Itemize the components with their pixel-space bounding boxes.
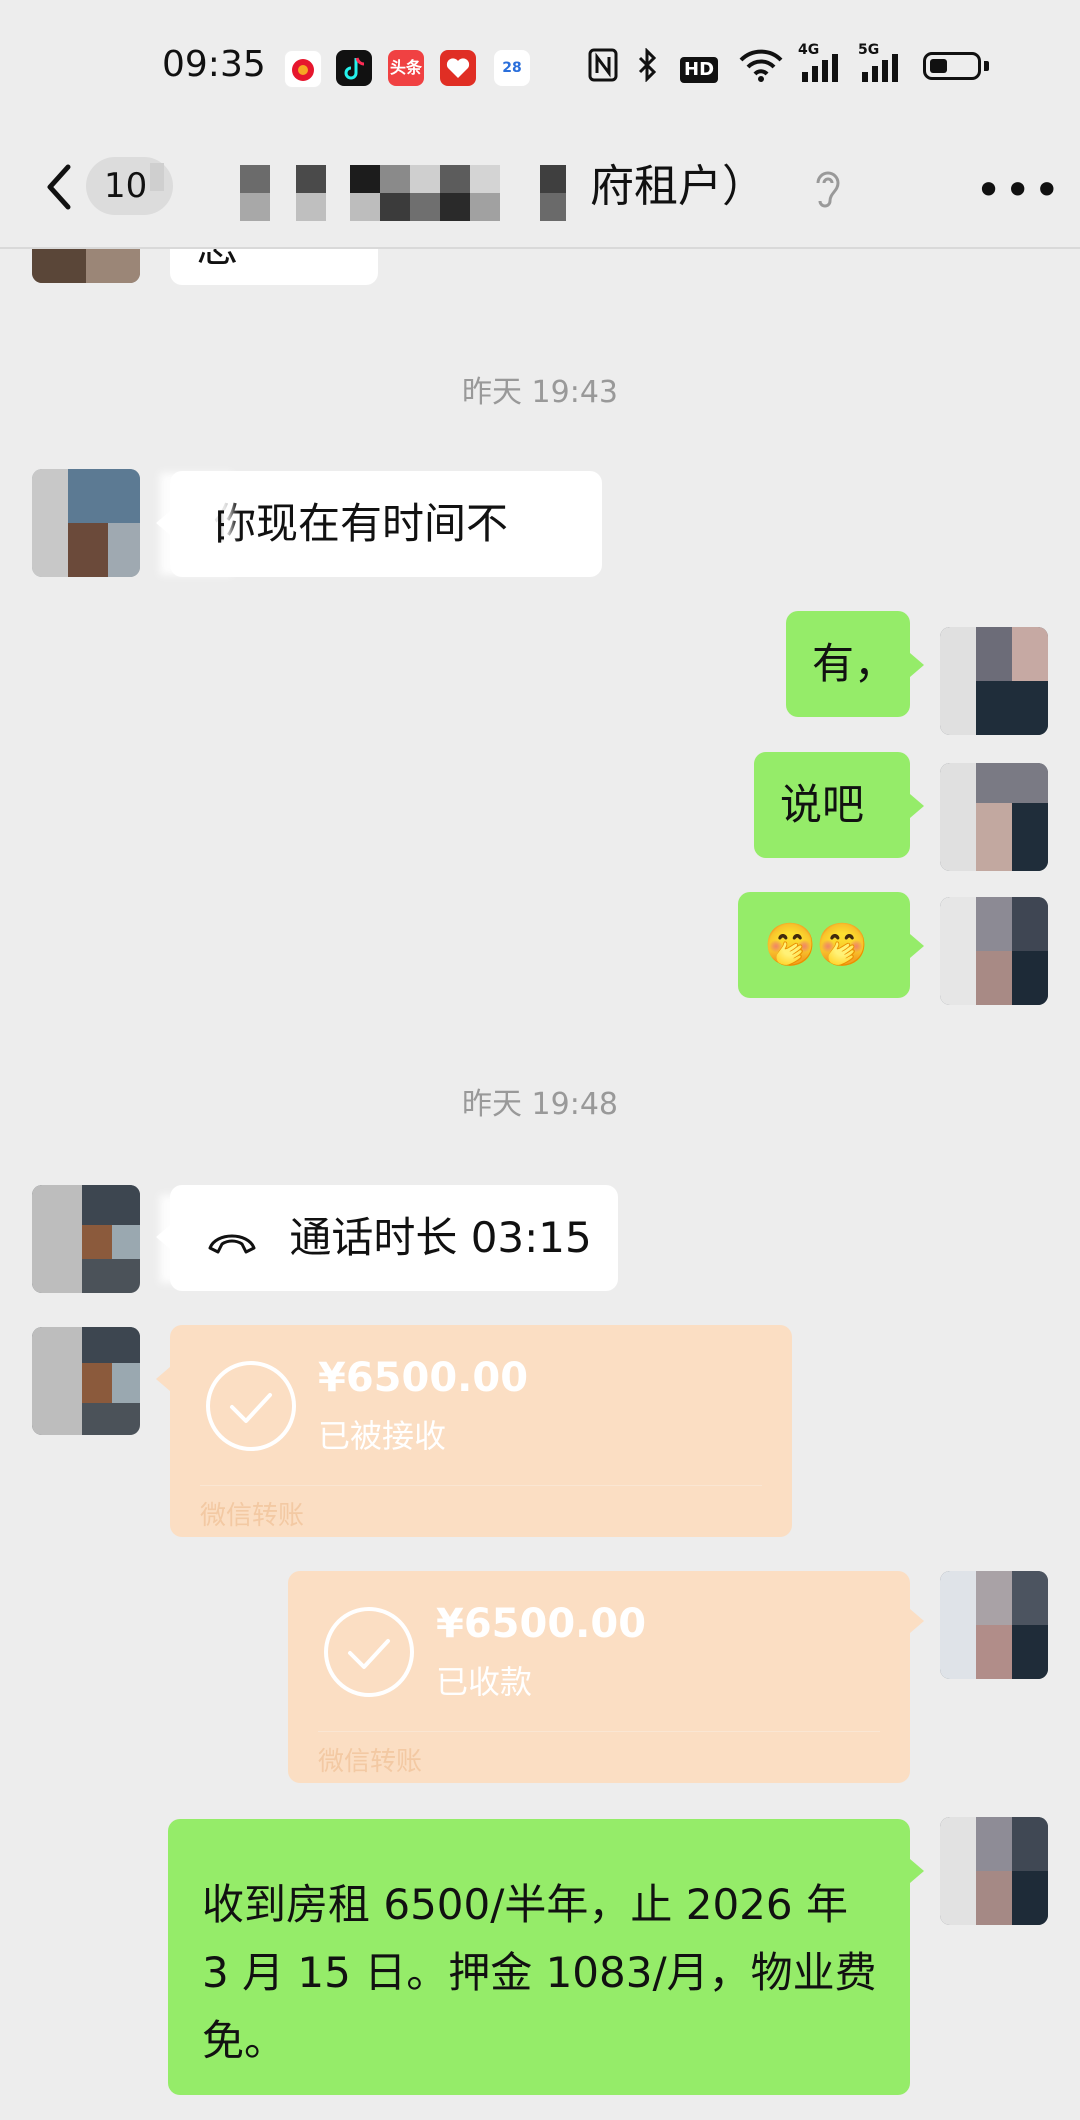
transfer-card[interactable]: ¥6500.00 已被接收 微信转账 [170,1325,792,1537]
status-bar: 09:35 头条 28 HD 4G 5G [0,0,1080,135]
bubble-tail [156,1367,170,1391]
avatar[interactable] [32,1327,140,1435]
message-text: 🤭🤭 [764,920,869,969]
chat-title: 府租户） [590,161,766,212]
message-bubble-partial[interactable]: 怎 [170,249,378,285]
tiktok-icon [336,50,372,86]
transfer-status: 已被接收 [318,1417,447,1455]
wifi-icon [738,48,784,84]
avatar[interactable] [32,469,140,577]
bubble-tail [910,1609,924,1633]
phone-hangup-icon [208,1234,256,1253]
hd-icon: HD [680,48,719,84]
message-bubble[interactable]: 有， [786,611,910,717]
timestamp: 昨天 19:48 [462,1087,618,1122]
battery-icon [923,52,981,80]
calendar-icon: 28 [494,50,530,86]
avatar[interactable] [940,627,1048,735]
nfc-icon [588,48,618,84]
message-bubble[interactable]: 说吧 [754,752,910,858]
bubble-tail [910,794,924,818]
message-text: 你现在有时间不 [214,499,509,548]
chat-header: 10 府租户） ••• [0,135,1080,249]
message-text: 收到房租 6500/半年，止 2026 年 3 月 15 日。押金 1083/月… [202,1880,877,2065]
divider [318,1731,880,1732]
avatar[interactable] [32,1185,140,1293]
message-bubble[interactable]: 收到房租 6500/半年，止 2026 年 3 月 15 日。押金 1083/月… [168,1819,910,2095]
message-text: 说吧 [780,780,865,829]
message-text: 怎 [196,249,238,271]
transfer-footer: 微信转账 [318,1747,423,1777]
bluetooth-icon [636,47,660,84]
divider [200,1485,762,1486]
avatar[interactable] [940,1817,1048,1925]
back-icon[interactable] [38,157,78,217]
status-time: 09:35 [162,44,266,85]
message-fragment: 白 [212,497,224,553]
timestamp: 昨天 19:43 [462,375,618,410]
avatar[interactable] [940,763,1048,871]
toutiao-icon: 头条 [388,50,424,86]
call-duration-text: 通话时长 03:15 [289,1213,592,1262]
transfer-card[interactable]: ¥6500.00 已收款 微信转账 [288,1571,910,1783]
message-text: 有， [812,639,897,688]
transfer-footer: 微信转账 [200,1501,305,1531]
message-bubble[interactable]: 你现在有时间不 [170,471,602,577]
avatar[interactable] [940,1571,1048,1679]
pinduoduo-icon [440,50,476,86]
bubble-tail [910,653,924,677]
check-circle-icon [206,1361,296,1451]
bubble-tail [910,1859,924,1883]
transfer-status: 已收款 [436,1663,533,1701]
redaction-mask [160,1195,190,1283]
battery-tip [984,61,989,71]
bubble-tail [910,934,924,958]
call-record-bubble[interactable]: 通话时长 03:15 [170,1185,618,1291]
transfer-amount: ¥6500.00 [436,1601,647,1647]
weibo-icon [284,50,322,88]
ear-icon[interactable] [808,165,848,215]
transfer-amount: ¥6500.00 [318,1355,529,1401]
avatar[interactable] [940,897,1048,1005]
avatar[interactable] [32,249,140,283]
message-list[interactable]: 怎 昨天 19:43 你现在有时间不 白 有， 说吧 [0,249,1080,2120]
message-bubble[interactable]: 🤭🤭 [738,892,910,998]
check-circle-icon [324,1607,414,1697]
more-icon[interactable]: ••• [975,167,1062,213]
